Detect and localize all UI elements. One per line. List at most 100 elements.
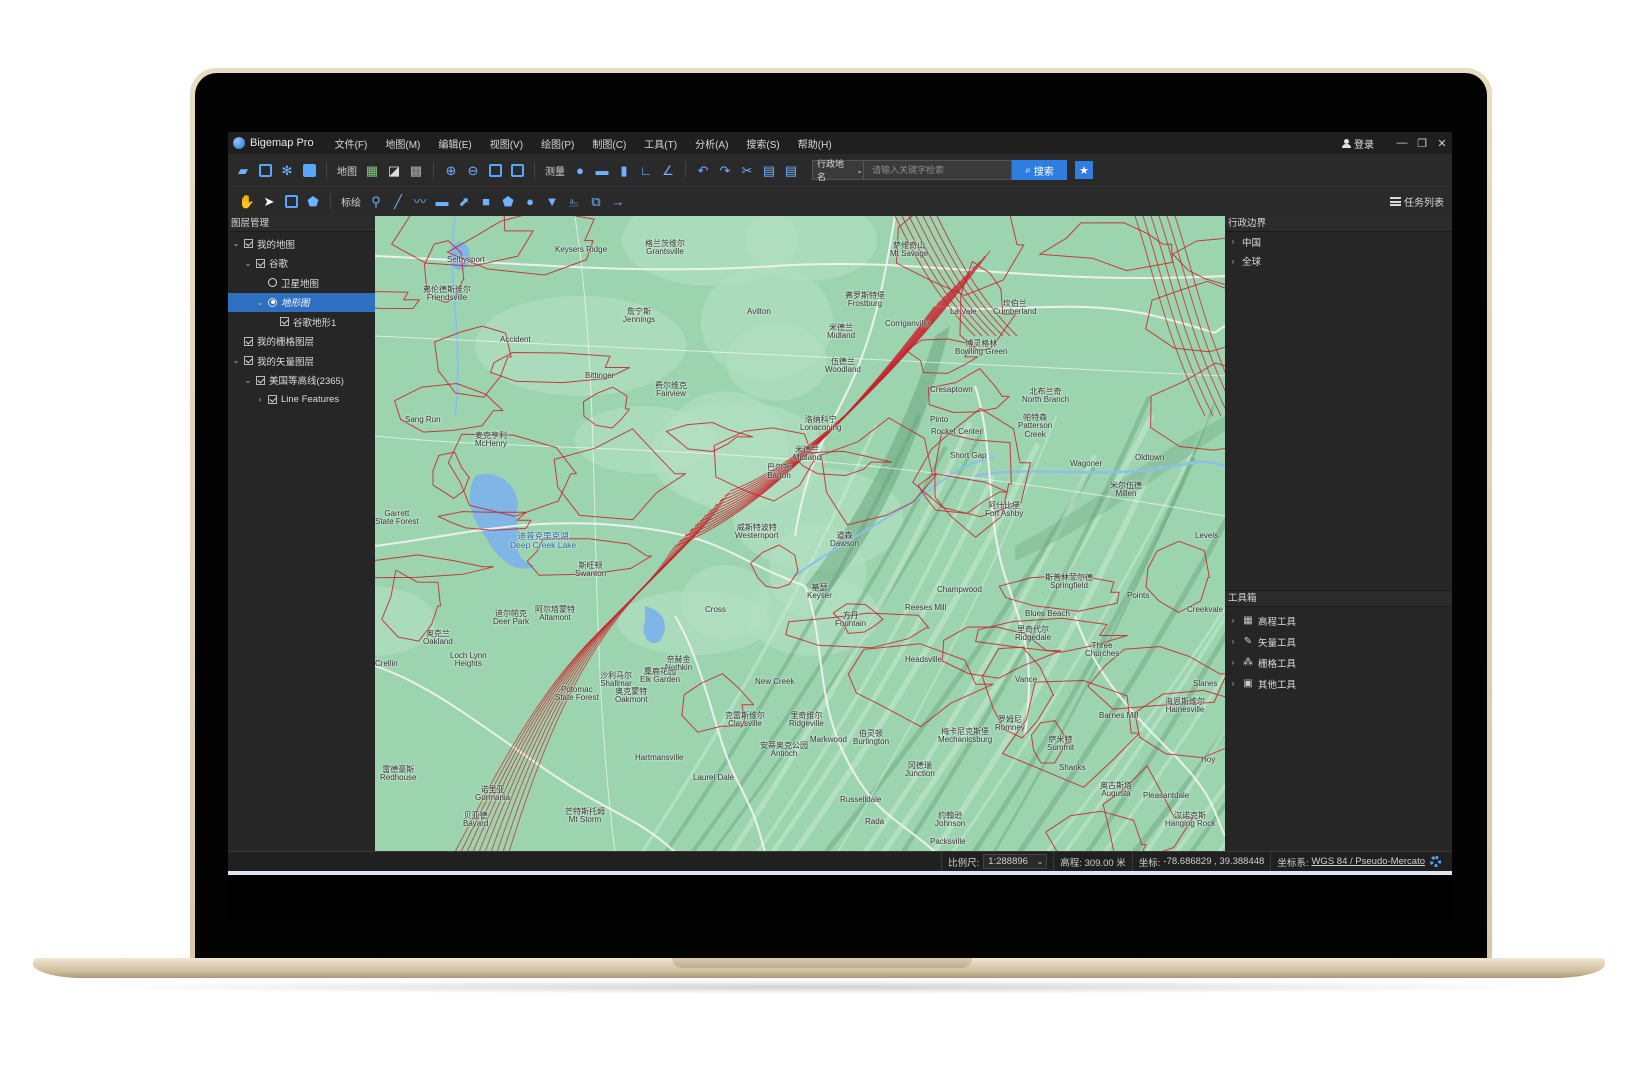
- zoom-in-icon[interactable]: ⊕: [443, 162, 459, 178]
- map-place-label: Avilton: [747, 307, 771, 316]
- circle-icon[interactable]: ●: [522, 194, 538, 210]
- pan-hand-icon[interactable]: ✋: [239, 194, 255, 210]
- zoom-out-icon[interactable]: ⊖: [465, 162, 481, 178]
- toolbox-item[interactable]: › ▦ 高程工具: [1225, 610, 1452, 631]
- chevron-down-icon[interactable]: ⌄: [243, 376, 253, 385]
- measure-area-icon[interactable]: ▮: [616, 162, 632, 178]
- menu-analysis[interactable]: 分析(A): [686, 136, 737, 151]
- rectangle-icon[interactable]: ▬: [434, 194, 450, 210]
- line-icon[interactable]: ╱: [390, 194, 406, 210]
- chevron-down-icon[interactable]: ⌄: [255, 298, 265, 307]
- layer-tree-item[interactable]: ⌄ 谷歌: [228, 254, 375, 274]
- layer-checkbox[interactable]: [256, 258, 265, 268]
- minimize-button[interactable]: —: [1392, 137, 1412, 149]
- polygon-select-icon[interactable]: ⬟: [305, 194, 321, 210]
- full-extent-icon[interactable]: [487, 162, 503, 178]
- admin-item-global[interactable]: › 全球: [1225, 252, 1452, 272]
- measure-height-icon[interactable]: ∟: [638, 162, 654, 178]
- cut-icon[interactable]: ✂: [739, 162, 755, 178]
- layer-tree-item[interactable]: 卫星地图: [228, 273, 375, 293]
- square-icon[interactable]: ■: [478, 194, 494, 210]
- chevron-right-icon[interactable]: ›: [255, 395, 265, 404]
- export-icon[interactable]: [301, 162, 317, 178]
- toolbox-item[interactable]: › ✎ 矢量工具: [1225, 631, 1452, 652]
- toolbox-item[interactable]: › ▣ 其他工具: [1225, 673, 1452, 694]
- settings-icon[interactable]: ✻: [279, 162, 295, 178]
- restore-button[interactable]: ❐: [1412, 137, 1432, 150]
- layer-checkbox[interactable]: [244, 239, 253, 249]
- box-select-icon[interactable]: [283, 194, 299, 210]
- menu-view[interactable]: 视图(V): [481, 136, 532, 151]
- measure-angle-icon[interactable]: ∠: [660, 162, 676, 178]
- map-place-label: Headsville: [905, 655, 942, 664]
- layer-radio[interactable]: [268, 278, 277, 288]
- map-place-label: 诺里亚 Gormania: [475, 785, 511, 803]
- open-folder-icon[interactable]: ▰: [235, 162, 251, 178]
- shield-shape-icon[interactable]: ▼: [544, 194, 560, 210]
- menu-file[interactable]: 文件(F): [326, 136, 377, 151]
- map-place-label: Hartmansville: [635, 753, 684, 762]
- chevron-down-icon[interactable]: ⌄: [231, 239, 241, 248]
- redo-icon[interactable]: ↷: [717, 162, 733, 178]
- basemap-icon[interactable]: ▦: [364, 162, 380, 178]
- chevron-down-icon[interactable]: ⌄: [231, 356, 241, 365]
- paste-icon[interactable]: ▤: [783, 162, 799, 178]
- search-input[interactable]: [864, 160, 1012, 180]
- layer-tree-item[interactable]: 我的栅格图层: [228, 332, 375, 352]
- copy-icon[interactable]: ▤: [761, 162, 777, 178]
- text-underline-icon[interactable]: ⎁: [566, 194, 582, 210]
- menu-tools[interactable]: 工具(T): [635, 136, 686, 151]
- freehand-line-icon[interactable]: 〰: [412, 194, 428, 210]
- menu-draw[interactable]: 绘图(P): [532, 136, 583, 151]
- layer-tree-item[interactable]: ⌄ 我的地图: [228, 234, 375, 254]
- layer-checkbox[interactable]: [280, 317, 289, 327]
- task-list-button[interactable]: 任务列表: [1390, 194, 1444, 209]
- route-arrow-icon[interactable]: →: [610, 194, 626, 210]
- marker-icon[interactable]: ⚲: [368, 194, 384, 210]
- select-arrow-icon[interactable]: ➤: [261, 194, 277, 210]
- layer-radio[interactable]: [268, 297, 277, 307]
- layer-tree-item[interactable]: ⌄ 美国等高线(2365): [228, 371, 375, 391]
- layer-checkbox[interactable]: [268, 395, 277, 405]
- save-icon[interactable]: [257, 162, 273, 178]
- tile-grid-icon[interactable]: ▩: [408, 162, 424, 178]
- search-icon: ⌕: [1025, 164, 1031, 176]
- measure-distance-icon[interactable]: ▬: [594, 162, 610, 178]
- map-place-label: 约翰逊 Johnson: [935, 811, 966, 829]
- search-button[interactable]: ⌕ 搜索: [1012, 160, 1067, 180]
- search-button-label: 搜索: [1033, 166, 1054, 178]
- pentagon-icon[interactable]: ⬟: [500, 194, 516, 210]
- menu-help[interactable]: 帮助(H): [789, 136, 841, 151]
- favorite-star-icon[interactable]: ★: [1075, 161, 1093, 179]
- menu-cartography[interactable]: 制图(C): [583, 136, 635, 151]
- close-button[interactable]: ✕: [1432, 137, 1452, 150]
- layer-tree-item[interactable]: › Line Features: [228, 390, 375, 410]
- menu-edit[interactable]: 编辑(E): [429, 136, 480, 151]
- region-select[interactable]: 行政地名 ⌄: [812, 159, 864, 182]
- admin-item-china[interactable]: › 中国: [1225, 232, 1452, 252]
- layer-image-icon[interactable]: ◪: [386, 162, 402, 178]
- locate-pin-icon[interactable]: ●: [572, 162, 588, 178]
- title-bar: Bigemap Pro 文件(F) 地图(M) 编辑(E) 视图(V) 绘图(P…: [228, 132, 1452, 154]
- toolbox-item[interactable]: › ⁂ 栅格工具: [1225, 652, 1452, 673]
- map-canvas[interactable]: Keysers Ridge 格兰茨维尔 Grantsville 弗伦德斯维尔 Fri…: [375, 216, 1225, 852]
- login-button[interactable]: 登录: [1342, 136, 1374, 151]
- arrow-icon[interactable]: ⬈: [456, 194, 472, 210]
- layer-tree-item[interactable]: ⌄ 我的矢量图层: [228, 351, 375, 371]
- chevron-down-icon[interactable]: ⌄: [243, 259, 253, 268]
- layer-checkbox[interactable]: [244, 336, 253, 346]
- scale-select[interactable]: 1:288896 ⌄: [983, 854, 1048, 869]
- layer-checkbox[interactable]: [244, 356, 253, 366]
- gear-icon[interactable]: [1430, 856, 1441, 867]
- crs-link[interactable]: WGS 84 / Pseudo-Mercato: [1311, 856, 1425, 867]
- undo-icon[interactable]: ↶: [695, 162, 711, 178]
- chevron-right-icon: ›: [1231, 637, 1235, 646]
- layer-checkbox[interactable]: [256, 375, 265, 385]
- layer-tree-item[interactable]: ⌄ 地形图: [228, 292, 375, 312]
- fit-window-icon[interactable]: [509, 162, 525, 178]
- menu-map[interactable]: 地图(M): [376, 136, 429, 151]
- app-logo-icon: [233, 137, 245, 149]
- import-icon[interactable]: ⧉: [588, 194, 604, 210]
- layer-tree-item[interactable]: 谷歌地形1: [228, 312, 375, 332]
- menu-search[interactable]: 搜索(S): [737, 136, 788, 151]
